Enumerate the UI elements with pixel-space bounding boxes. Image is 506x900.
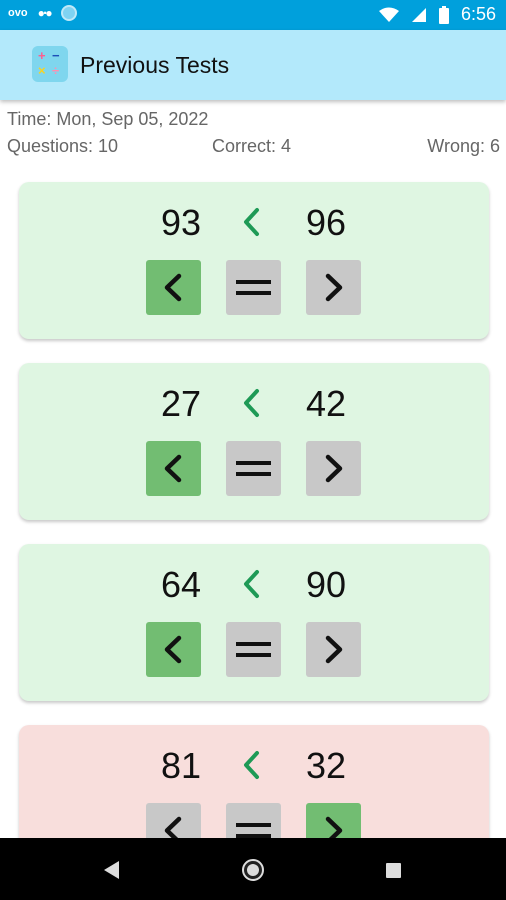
- test-time: Time: Mon, Sep 05, 2022: [7, 109, 209, 129]
- greater-than-button[interactable]: [306, 260, 361, 315]
- battery-icon: [438, 5, 449, 24]
- correct-count: Correct: 4: [212, 136, 292, 156]
- second-number: 32: [305, 745, 347, 786]
- clock: 6:56: [460, 4, 496, 24]
- wifi-icon: [378, 7, 399, 22]
- first-number: 64: [160, 564, 202, 605]
- status-right: 6:56: [378, 4, 496, 25]
- first-number: 93: [160, 202, 202, 243]
- circle-icon: [60, 5, 77, 21]
- less-than-icon: [237, 385, 267, 421]
- less-than-button[interactable]: [146, 441, 201, 496]
- minus-symbol: −: [52, 48, 60, 63]
- equals-button[interactable]: [226, 622, 281, 677]
- home-icon[interactable]: [242, 859, 264, 881]
- question-card: 27 42: [19, 363, 489, 520]
- equals-button[interactable]: [226, 441, 281, 496]
- back-icon[interactable]: [104, 861, 120, 879]
- app-bar: + − × ÷ Previous Tests: [0, 30, 506, 100]
- signal-icon: [411, 7, 426, 22]
- less-than-button[interactable]: [146, 622, 201, 677]
- wrong-count: Wrong: 6: [427, 136, 500, 156]
- question-card: 64 90: [19, 544, 489, 701]
- app-logo: + − × ÷: [32, 46, 68, 82]
- status-bar: ovo ●⋅● 6:56: [0, 0, 506, 30]
- first-number: 27: [160, 383, 202, 424]
- status-left: ovo ●⋅●: [8, 5, 77, 21]
- less-than-button[interactable]: [146, 260, 201, 315]
- times-symbol: ×: [38, 63, 46, 78]
- greater-than-button[interactable]: [306, 441, 361, 496]
- less-than-icon: [237, 204, 267, 240]
- carrier-label: ovo: [8, 7, 28, 19]
- recents-icon[interactable]: [386, 863, 401, 878]
- less-than-icon: [237, 566, 267, 602]
- divide-symbol: ÷: [52, 63, 60, 78]
- greater-than-button[interactable]: [306, 622, 361, 677]
- plus-symbol: +: [38, 48, 46, 63]
- navigation-bar: [0, 838, 506, 900]
- page-title: Previous Tests: [80, 52, 230, 78]
- second-number: 96: [305, 202, 347, 243]
- second-number: 90: [305, 564, 347, 605]
- question-count: Questions: 10: [7, 136, 119, 156]
- question-card: 93 96: [19, 182, 489, 339]
- dots-icon: ●⋅●: [37, 6, 53, 20]
- second-number: 42: [305, 383, 347, 424]
- first-number: 81: [160, 745, 202, 786]
- less-than-icon: [237, 747, 267, 783]
- equals-button[interactable]: [226, 260, 281, 315]
